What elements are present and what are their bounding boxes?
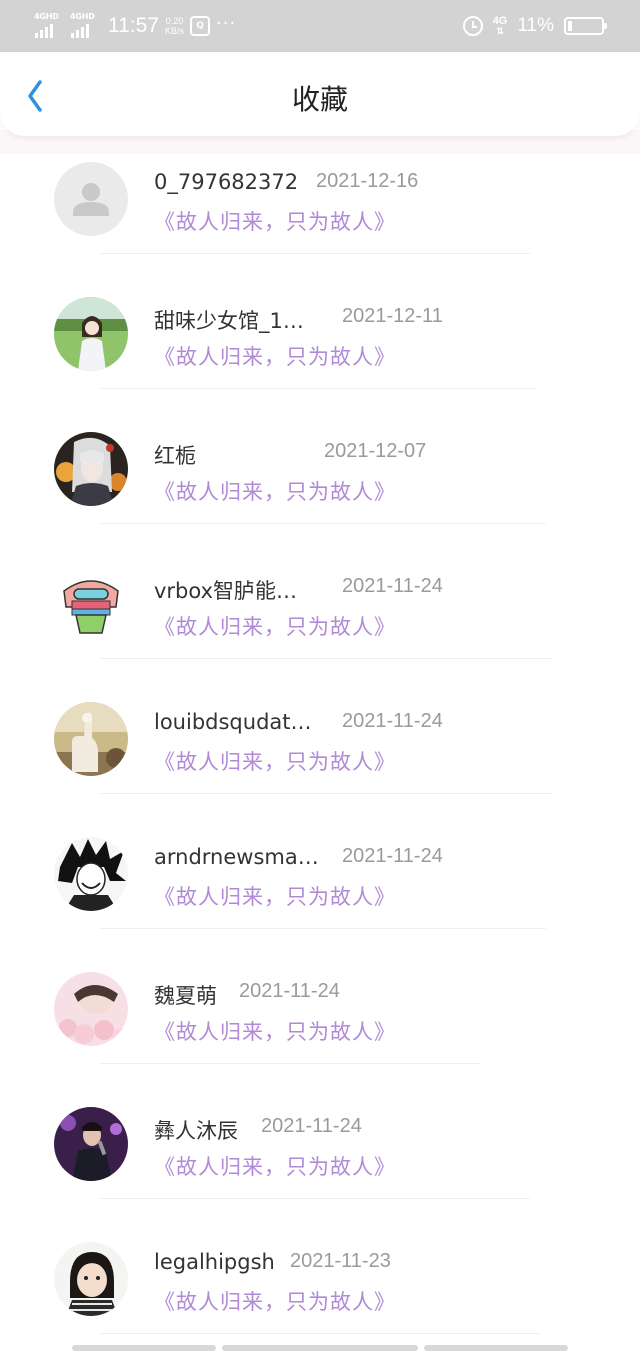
- list-item[interactable]: 红栀 2021-12-07 《故人归来，只为故人》: [0, 418, 640, 553]
- avatar[interactable]: [54, 297, 128, 371]
- user-name[interactable]: 红栀: [154, 440, 196, 470]
- divider: [100, 928, 546, 929]
- battery-fill: [568, 21, 572, 31]
- favorites-list: 0_797682372 2021-12-16 《故人归来，只为故人》 甜味少女馆…: [0, 148, 640, 1351]
- divider: [100, 793, 552, 794]
- network-4g-icon: 4G ⇅: [493, 16, 508, 36]
- girl-meadow-photo: [54, 297, 128, 371]
- avatar[interactable]: [54, 702, 128, 776]
- sim1-label: 4GHD: [34, 12, 59, 21]
- anime-girl-photo: [54, 432, 128, 506]
- child-portrait-photo: [54, 1242, 128, 1316]
- user-name[interactable]: 甜味少女馆_1…: [154, 305, 304, 335]
- clock: 11:57: [108, 14, 159, 37]
- favorite-date: 2021-11-23: [290, 1250, 391, 1272]
- user-name[interactable]: arndrnewsma…: [154, 845, 319, 869]
- favorite-date: 2021-12-16: [316, 170, 419, 192]
- user-name[interactable]: 魏夏萌: [154, 980, 217, 1010]
- divider: [100, 253, 530, 254]
- favorite-date: 2021-12-07: [324, 440, 427, 462]
- favorite-date: 2021-11-24: [342, 845, 443, 867]
- list-item[interactable]: 甜味少女馆_1… 2021-12-11 《故人归来，只为故人》: [0, 283, 640, 418]
- stage-singer-photo: [54, 1107, 128, 1181]
- article-title-link[interactable]: 《故人归来，只为故人》: [154, 1286, 396, 1316]
- divider: [100, 1063, 480, 1064]
- article-title-link[interactable]: 《故人归来，只为故人》: [154, 476, 396, 506]
- article-title-link[interactable]: 《故人归来，只为故人》: [154, 881, 396, 911]
- article-title-link[interactable]: 《故人归来，只为故人》: [154, 1016, 396, 1046]
- avatar[interactable]: [54, 432, 128, 506]
- avatar[interactable]: [54, 972, 128, 1046]
- article-title-link[interactable]: 《故人归来，只为故人》: [154, 746, 396, 776]
- bottom-tab-indicator: [0, 1345, 640, 1351]
- app-notification-icon: Q: [190, 16, 211, 36]
- list-item[interactable]: louibdsqudat… 2021-11-24 《故人归来，只为故人》: [0, 688, 640, 823]
- user-name[interactable]: louibdsqudat…: [154, 710, 312, 734]
- favorite-date: 2021-11-24: [342, 575, 443, 597]
- data-arrows-icon: ⇅: [496, 26, 504, 36]
- sim2-label: 4GHD: [70, 12, 95, 21]
- girl-flowers-photo: [54, 972, 128, 1046]
- speed-value: 0.20: [165, 16, 184, 26]
- divider: [100, 388, 536, 389]
- avatar[interactable]: [54, 1242, 128, 1316]
- network-speed: 0.20 KB/s: [165, 16, 184, 36]
- user-name[interactable]: 彝人沐辰: [154, 1115, 238, 1145]
- article-title-link[interactable]: 《故人归来，只为故人》: [154, 611, 396, 641]
- alpaca-photo: [54, 702, 128, 776]
- app-header: 收藏: [0, 52, 640, 136]
- list-item[interactable]: legalhipgsh 2021-11-23 《故人归来，只为故人》: [0, 1228, 640, 1351]
- list-item[interactable]: 0_797682372 2021-12-16 《故人归来，只为故人》: [0, 148, 640, 283]
- favorite-date: 2021-11-24: [342, 710, 443, 732]
- favorite-date: 2021-12-11: [342, 305, 443, 327]
- favorite-date: 2021-11-24: [261, 1115, 362, 1137]
- article-title-link[interactable]: 《故人归来，只为故人》: [154, 206, 396, 236]
- status-right: 4G ⇅ 11%: [462, 10, 607, 42]
- divider: [100, 1333, 540, 1334]
- divider: [100, 658, 552, 659]
- user-name[interactable]: vrbox智胪能…: [154, 575, 297, 605]
- speed-unit: KB/s: [165, 26, 185, 36]
- article-title-link[interactable]: 《故人归来，只为故人》: [154, 341, 396, 371]
- article-title-link[interactable]: 《故人归来，只为故人》: [154, 1151, 396, 1181]
- divider: [100, 523, 546, 524]
- more-notifications-icon: ···: [216, 12, 237, 34]
- manga-sketch-photo: [54, 837, 128, 911]
- list-item[interactable]: arndrnewsma… 2021-11-24 《故人归来，只为故人》: [0, 823, 640, 958]
- signal-icon: 4GHD: [34, 12, 64, 40]
- alarm-icon: [462, 16, 483, 36]
- default-avatar-icon: [73, 183, 109, 216]
- list-item[interactable]: vrbox智胪能… 2021-11-24 《故人归来，只为故人》: [0, 553, 640, 688]
- avatar[interactable]: [54, 837, 128, 911]
- user-name[interactable]: 0_797682372: [154, 170, 298, 194]
- battery-icon: [564, 17, 607, 35]
- avatar[interactable]: [54, 1107, 128, 1181]
- list-item[interactable]: 魏夏萌 2021-11-24 《故人归来，只为故人》: [0, 958, 640, 1093]
- avatar[interactable]: [54, 162, 128, 236]
- user-name[interactable]: legalhipgsh: [154, 1250, 275, 1274]
- divider: [100, 1198, 530, 1199]
- page-title: 收藏: [291, 83, 348, 116]
- cartoon-goggles-photo: [54, 567, 128, 641]
- signal-icon: 4GHD: [70, 12, 100, 40]
- status-left: 4GHD 4GHD 11:57 0.20 KB/s Q ···: [34, 10, 236, 42]
- battery-percent: 11%: [517, 15, 554, 36]
- favorite-date: 2021-11-24: [239, 980, 340, 1002]
- list-item[interactable]: 彝人沐辰 2021-11-24 《故人归来，只为故人》: [0, 1093, 640, 1228]
- avatar[interactable]: [54, 567, 128, 641]
- status-bar: 4GHD 4GHD 11:57 0.20 KB/s Q ··· 4G ⇅ 11%: [0, 0, 640, 52]
